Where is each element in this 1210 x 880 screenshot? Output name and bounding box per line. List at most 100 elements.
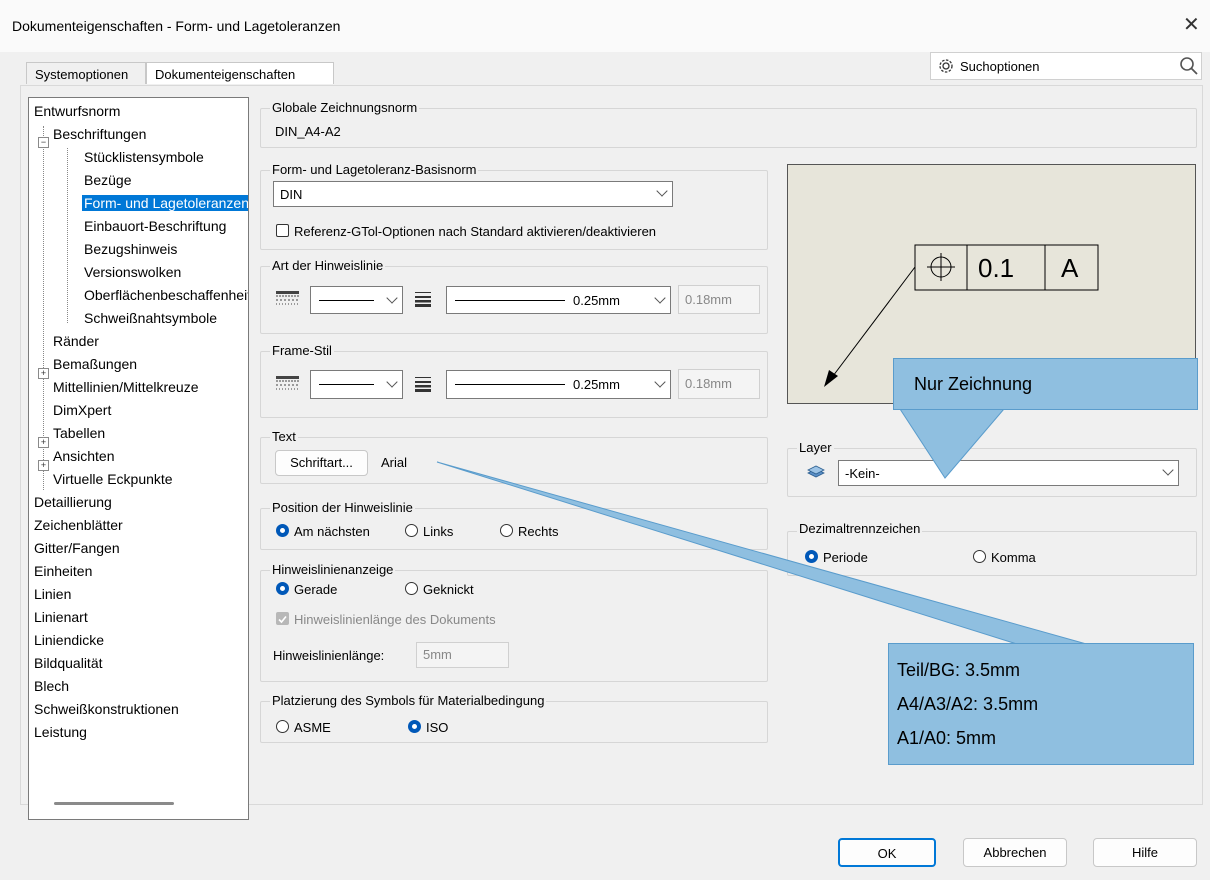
leader-position-label: Position der Hinweislinie: [270, 500, 415, 515]
expand-icon[interactable]: +: [38, 460, 49, 471]
horizontal-scrollbar[interactable]: [54, 802, 174, 805]
tree-item[interactable]: DimXpert: [53, 402, 111, 418]
tree-item[interactable]: Mittellinien/Mittelkreuze: [53, 379, 199, 395]
tree-item[interactable]: Versionswolken: [84, 264, 181, 280]
radio-geknickt[interactable]: [405, 582, 418, 595]
leader-custom-thickness: 0.18mm: [678, 285, 760, 314]
tree-item[interactable]: Bildqualität: [34, 655, 103, 671]
tree-item[interactable]: Gitter/Fangen: [34, 540, 120, 556]
search-input[interactable]: Suchoptionen: [930, 52, 1202, 80]
tree-item[interactable]: Linienart: [34, 609, 88, 625]
tree-item[interactable]: Liniendicke: [34, 632, 104, 648]
expand-icon[interactable]: +: [38, 437, 49, 448]
layers-icon: [807, 465, 825, 478]
line-preview: [455, 384, 565, 385]
radio-am-naechsten[interactable]: [276, 524, 289, 537]
font-button[interactable]: Schriftart...: [275, 450, 368, 476]
search-icon[interactable]: [1179, 56, 1199, 76]
line-style-icon: [276, 291, 299, 305]
radio-label: Rechts: [518, 524, 559, 539]
tree-item[interactable]: Bezüge: [84, 172, 131, 188]
radio-label: Links: [423, 524, 454, 539]
tree-item[interactable]: Leistung: [34, 724, 87, 740]
cancel-button[interactable]: Abbrechen: [963, 838, 1067, 867]
leader-length-label: Hinweislinienlänge:: [273, 648, 385, 663]
tree-item[interactable]: Stücklistensymbole: [84, 149, 204, 165]
search-label: Suchoptionen: [960, 59, 1040, 74]
tree-item[interactable]: Bezugshinweis: [84, 241, 177, 257]
tree-item[interactable]: Einheiten: [34, 563, 92, 579]
callout-line: A1/A0: 5mm: [897, 728, 997, 748]
global-norm-value: DIN_A4-A2: [275, 124, 341, 139]
chevron-down-icon: [386, 292, 398, 304]
callout-line: A4/A3/A2: 3.5mm: [897, 694, 1039, 714]
leader-line-weight-dropdown[interactable]: 0.25mm: [446, 286, 671, 314]
gtol-options-checkbox[interactable]: [276, 224, 289, 237]
tree-item[interactable]: Bemaßungen: [53, 356, 137, 372]
frame-custom-thickness: 0.18mm: [678, 369, 760, 399]
radio-links[interactable]: [405, 524, 418, 537]
tree-item[interactable]: Zeichenblätter: [34, 517, 123, 533]
gear-icon: [939, 59, 953, 73]
frame-line-style-dropdown[interactable]: [310, 370, 403, 399]
tree-item[interactable]: Schweißkonstruktionen: [34, 701, 179, 717]
line-style-icon: [276, 376, 299, 390]
radio-rechts[interactable]: [500, 524, 513, 537]
close-icon[interactable]: ✕: [1183, 12, 1200, 37]
layer-value: -Kein-: [845, 466, 880, 481]
tab-dokumenteigenschaften[interactable]: Dokumenteigenschaften: [146, 62, 334, 84]
radio-label: ASME: [294, 720, 331, 735]
tree-item[interactable]: Entwurfsnorm: [34, 103, 120, 119]
leader-line-style-dropdown[interactable]: [310, 286, 403, 314]
decimal-label: Dezimaltrennzeichen: [797, 521, 923, 536]
leader-thickness-value: 0.25mm: [573, 293, 620, 308]
basis-norm-value: DIN: [280, 187, 303, 202]
chevron-down-icon: [1162, 464, 1174, 476]
tree-item[interactable]: Schweißnahtsymbole: [84, 310, 217, 326]
tree-item[interactable]: Blech: [34, 678, 69, 694]
line-preview: [455, 300, 565, 301]
tree-item[interactable]: Einbauort-Beschriftung: [84, 218, 226, 234]
tree-item[interactable]: Oberflächenbeschaffenheit: [84, 287, 248, 303]
tree-item[interactable]: Detaillierung: [34, 494, 112, 510]
radio-iso[interactable]: [408, 720, 421, 733]
solid-line-icon: [319, 384, 374, 385]
layer-dropdown[interactable]: -Kein-: [838, 460, 1179, 486]
frame-line-weight-dropdown[interactable]: 0.25mm: [446, 370, 671, 399]
tree-item[interactable]: Virtuelle Eckpunkte: [53, 471, 173, 487]
radio-asme[interactable]: [276, 720, 289, 733]
tree-item[interactable]: Ansichten: [53, 448, 114, 464]
tree-connector: [67, 148, 68, 323]
tree-item-selected[interactable]: Form- und Lagetoleranzen: [82, 195, 248, 211]
leader-style-label: Art der Hinweislinie: [270, 258, 386, 273]
frame-style-label: Frame-Stil: [270, 343, 334, 358]
collapse-icon[interactable]: −: [38, 137, 49, 148]
gtol-options-label: Referenz-GTol-Optionen nach Standard akt…: [294, 224, 657, 239]
ok-button[interactable]: OK: [838, 838, 936, 867]
doc-length-checkbox[interactable]: [276, 612, 289, 625]
callout-line: Teil/BG: 3.5mm: [897, 660, 1021, 680]
category-tree[interactable]: − + + + Entwurfsnorm Beschriftungen Stüc…: [28, 97, 249, 820]
frame-thickness-value: 0.25mm: [573, 377, 620, 392]
radio-gerade[interactable]: [276, 582, 289, 595]
callout-text: Nur Zeichnung: [914, 374, 1033, 394]
basis-norm-dropdown[interactable]: DIN: [273, 181, 673, 207]
radio-periode[interactable]: [805, 550, 818, 563]
tree-item[interactable]: Tabellen: [53, 425, 105, 441]
doc-length-label: Hinweislinienlänge des Dokuments: [294, 612, 496, 627]
help-button[interactable]: Hilfe: [1093, 838, 1197, 867]
tree-item[interactable]: Beschriftungen: [53, 126, 146, 142]
window-title: Dokumenteigenschaften - Form- und Lageto…: [12, 18, 341, 34]
solid-line-icon: [319, 300, 374, 301]
radio-label: Gerade: [294, 582, 338, 597]
callout-drawing-only: Nur Zeichnung: [893, 358, 1198, 410]
tree-item[interactable]: Linien: [34, 586, 71, 602]
radio-komma[interactable]: [973, 550, 986, 563]
leader-display-label: Hinweislinienanzeige: [270, 562, 396, 577]
tree-item[interactable]: Ränder: [53, 333, 99, 349]
expand-icon[interactable]: +: [38, 368, 49, 379]
tab-systemoptionen[interactable]: Systemoptionen: [26, 62, 146, 84]
leader-length-field[interactable]: 5mm: [416, 642, 509, 668]
radio-label: Geknickt: [423, 582, 474, 597]
tolerance-value: 0.1: [978, 253, 1015, 283]
